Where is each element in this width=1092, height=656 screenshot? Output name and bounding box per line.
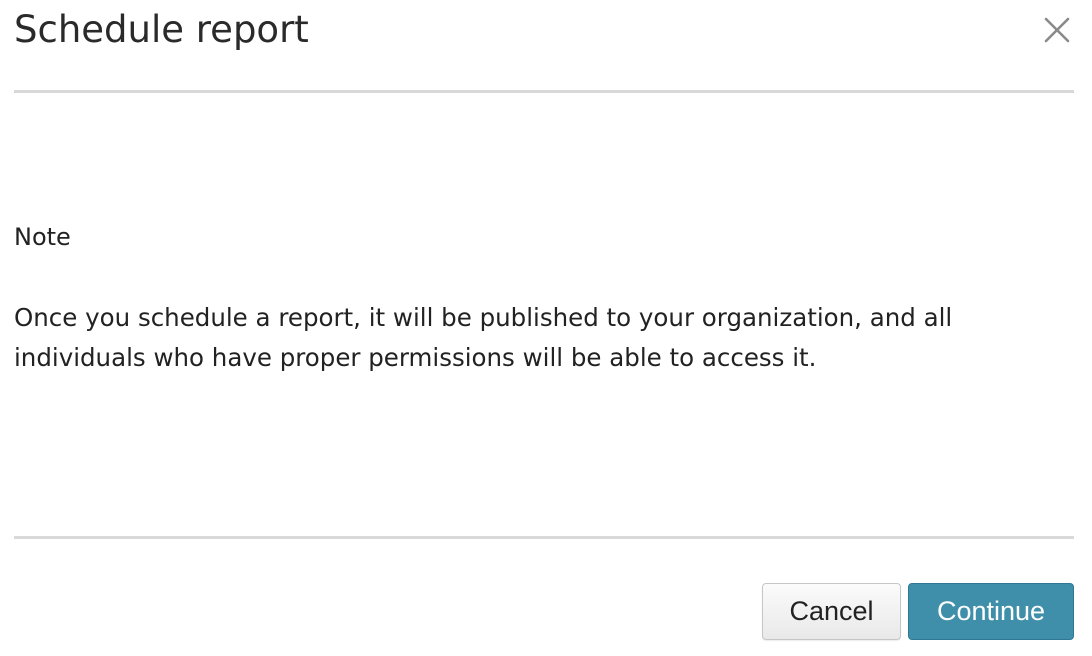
- dialog-footer: Cancel Continue: [14, 539, 1074, 656]
- cancel-button[interactable]: Cancel: [762, 583, 901, 640]
- note-text: Once you schedule a report, it will be p…: [14, 303, 953, 372]
- dialog-header: Schedule report: [14, 0, 1074, 93]
- close-button[interactable]: [1040, 13, 1074, 47]
- continue-button[interactable]: Continue: [908, 583, 1074, 640]
- dialog-body: Note Once you schedule a report, it will…: [14, 93, 1074, 536]
- dialog-title: Schedule report: [14, 8, 309, 51]
- close-icon: [1044, 17, 1070, 43]
- schedule-report-dialog: Schedule report Note Once you schedule a…: [0, 0, 1092, 656]
- note-heading: Note: [14, 223, 71, 251]
